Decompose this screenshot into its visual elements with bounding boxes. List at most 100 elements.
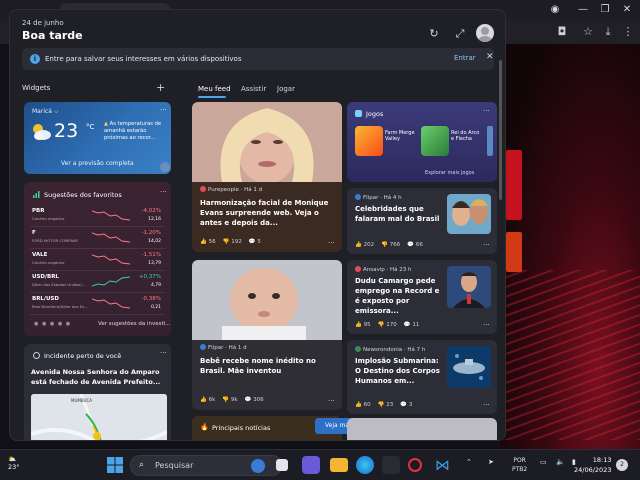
more-options-icon[interactable]: ··· xyxy=(483,321,490,329)
dislike-icon: 👎 766 xyxy=(381,242,401,248)
camera-icon[interactable]: ◘ xyxy=(554,24,570,40)
stock-row[interactable]: PBR Cenário negativo -4,02% 12,16 xyxy=(30,206,165,227)
avatar[interactable] xyxy=(476,24,494,42)
stock-row[interactable]: USD/BRL Dólar dos Estados Unidos/... +0,37… xyxy=(30,272,165,293)
tab-watch[interactable]: Assistir xyxy=(241,85,266,93)
stocks-title: Sugestões dos favoritos xyxy=(44,191,122,199)
traffic-map[interactable]: MUMBUCA xyxy=(31,394,167,440)
weather-map-icon[interactable] xyxy=(160,162,170,172)
start-icon[interactable] xyxy=(106,456,124,474)
vscode-icon[interactable]: ⋈ xyxy=(435,456,450,474)
traffic-card[interactable]: Incidente perto de você ··· Avenida Noss… xyxy=(24,344,171,440)
taskbar-clock[interactable]: 18:13 24/06/2023 xyxy=(574,455,611,475)
source-logo-icon xyxy=(355,266,361,272)
gamepad-icon xyxy=(355,110,362,117)
add-widget-icon[interactable]: + xyxy=(156,81,165,94)
sparkline xyxy=(92,254,130,265)
stock-row[interactable]: F FORD MOTOR COMPANY -1,20% 14,02 xyxy=(30,228,165,249)
game-tile-archer[interactable] xyxy=(421,126,449,156)
minimize-icon[interactable]: — xyxy=(574,2,592,18)
taskbar-weather[interactable]: ⛅ 23° xyxy=(8,455,20,471)
signin-banner: i Entre para salvar seus interesses em v… xyxy=(22,48,494,70)
news-thumbnail xyxy=(447,194,491,234)
close-window-icon[interactable]: ✕ xyxy=(618,2,636,18)
news-card-3[interactable]: Flipar · Há 4 h Celebridades que falaram… xyxy=(347,188,497,254)
edge-icon[interactable] xyxy=(356,456,374,474)
weather-forecast-link[interactable]: Ver a previsão completa xyxy=(61,160,134,167)
more-options-icon[interactable]: ··· xyxy=(160,188,167,196)
news-thumbnail xyxy=(447,266,491,308)
stock-symbol: USD/BRL xyxy=(32,274,59,280)
stock-change: -1,20% xyxy=(141,230,161,236)
signin-link[interactable]: Entrar xyxy=(454,54,476,62)
panel-scrollbar[interactable] xyxy=(499,60,502,200)
more-options-icon[interactable]: ··· xyxy=(328,239,335,247)
news-headline: Implosão Submarina: O Destino dos Corpos… xyxy=(355,357,440,385)
stock-value: 4,79 xyxy=(150,283,161,288)
stock-row[interactable]: VALE Cenário negativo -1,51% 13,79 xyxy=(30,250,165,271)
network-icon[interactable]: ▭ xyxy=(540,458,547,466)
news-stats: 👍 6k 👎 9k 💬 306 xyxy=(200,397,271,403)
teams-icon[interactable] xyxy=(302,456,320,474)
browser-record-icon[interactable]: ◉ xyxy=(546,2,564,18)
news-source: Flipar · Há 1 d xyxy=(200,344,247,351)
weather-temperature: 23 xyxy=(54,120,79,142)
weather-card[interactable]: Maricá ⌵ ··· 23 °C ▲ As temperaturas de … xyxy=(24,102,171,174)
search-icon: ⌕ xyxy=(139,460,145,470)
explore-games-link[interactable]: Explorar mais jogos xyxy=(425,170,474,176)
refresh-icon[interactable]: ↻ xyxy=(426,26,442,42)
stock-value: 0,21 xyxy=(150,305,161,310)
news-card-5[interactable]: Newsrondonia · Há 7 h Implosão Submarina… xyxy=(347,340,497,414)
app-icon[interactable] xyxy=(382,456,400,474)
tab-play[interactable]: Jogar xyxy=(277,85,295,93)
game-tile-partial[interactable] xyxy=(487,126,493,156)
more-options-icon[interactable]: ··· xyxy=(483,401,490,409)
news-card-1[interactable]: Purepeople · Há 1 d Harmonização facial … xyxy=(192,102,342,252)
taskbar: ⛅ 23° ⌕ Pesquisar ⋈ ⌃ ➤ POR PTB2 ▭ 🔈 ▮ 18:… xyxy=(0,449,640,480)
news-card-4[interactable]: Ansavip · Há 23 h Dudu Camargo pede empr… xyxy=(347,260,497,334)
game-tile-farm-merge[interactable] xyxy=(355,126,383,156)
tab-my-feed[interactable]: Meu feed xyxy=(198,85,231,93)
bing-icon[interactable] xyxy=(251,459,265,473)
task-view-icon[interactable] xyxy=(276,459,288,471)
close-icon[interactable]: ✕ xyxy=(486,52,494,62)
send-icon[interactable]: ➤ xyxy=(488,458,494,466)
taskbar-search-input[interactable]: ⌕ Pesquisar xyxy=(130,455,282,476)
more-options-icon[interactable]: ··· xyxy=(483,241,490,249)
widgets-panel: 24 de junho Boa tarde ↻ ⤢ i Entre para s… xyxy=(9,9,506,441)
carousel-dots[interactable]: ● ● ● ● ● xyxy=(34,321,71,327)
restore-icon[interactable]: ❐ xyxy=(596,2,614,18)
stock-row[interactable]: BRL/USD Real Brasileiro/Dólar dos Es... -0… xyxy=(30,294,165,315)
info-icon: i xyxy=(30,54,40,64)
language-indicator[interactable]: POR PTB2 xyxy=(512,456,527,474)
volume-icon[interactable]: 🔈 xyxy=(556,458,565,466)
warning-icon: ▲ xyxy=(104,121,108,127)
download-icon[interactable]: ⤓ xyxy=(600,24,616,40)
game-label: Rei do Arco e Flecha xyxy=(451,130,480,142)
sparkline xyxy=(92,276,130,287)
games-card[interactable]: Jogos ··· Farm Merge Valley Rei do Arco … xyxy=(347,102,497,182)
news-card-2[interactable]: Flipar · Há 1 d Bebê recebe nome inédito… xyxy=(192,260,342,410)
more-options-icon[interactable]: ··· xyxy=(160,106,167,114)
star-icon[interactable]: ☆ xyxy=(580,24,596,40)
news-card-partial[interactable] xyxy=(347,418,497,440)
more-options-icon[interactable]: ··· xyxy=(160,349,167,357)
stocks-more-link[interactable]: Ver sugestões da investi... xyxy=(98,321,170,327)
dislike-icon: 👎 23 xyxy=(377,402,394,408)
page-red-block xyxy=(506,150,522,220)
expand-tray-icon[interactable]: ⌃ xyxy=(466,458,472,466)
more-options-icon[interactable]: ··· xyxy=(483,107,490,115)
more-options-icon[interactable]: ··· xyxy=(328,397,335,405)
file-explorer-icon[interactable] xyxy=(330,458,348,472)
sparkline xyxy=(92,210,130,221)
stock-suggestions-card[interactable]: Sugestões dos favoritos ··· PBR Cenário n… xyxy=(24,182,171,336)
comment-icon: 💬 3 xyxy=(400,402,413,408)
opera-icon[interactable] xyxy=(408,458,422,472)
expand-icon[interactable]: ⤢ xyxy=(452,26,468,42)
notification-badge[interactable]: 2 xyxy=(616,459,628,471)
battery-icon[interactable]: ▮ xyxy=(572,458,576,466)
stock-symbol: BRL/USD xyxy=(32,296,59,302)
menu-icon[interactable]: ⋮ xyxy=(620,24,636,40)
traffic-icon xyxy=(33,352,40,359)
search-placeholder: Pesquisar xyxy=(155,461,194,470)
